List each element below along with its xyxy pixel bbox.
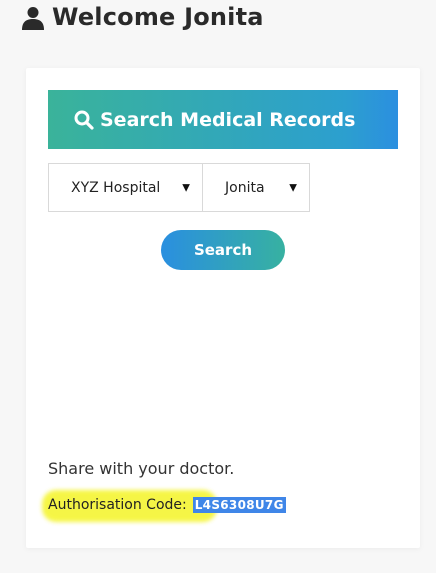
filter-row: XYZ Hospital ▼ Jonita ▼ [48, 163, 310, 212]
share-message: Share with your doctor. [48, 459, 235, 478]
hospital-select[interactable]: XYZ Hospital ▼ [48, 163, 203, 212]
welcome-header: Welcome Jonita [22, 2, 264, 32]
authorisation-code-value[interactable]: L4S6308U7G [192, 497, 286, 513]
chevron-down-icon: ▼ [289, 182, 297, 193]
user-icon [22, 7, 44, 30]
chevron-down-icon: ▼ [182, 182, 190, 193]
hospital-select-value: XYZ Hospital [71, 179, 161, 196]
authorisation-code-line: Authorisation Code: L4S6308U7G [42, 490, 290, 522]
patient-select[interactable]: Jonita ▼ [203, 163, 310, 212]
search-records-banner: Search Medical Records [48, 90, 398, 149]
authorisation-code-label: Authorisation Code: [48, 497, 187, 513]
welcome-text: Welcome Jonita [52, 3, 264, 31]
search-icon [74, 110, 94, 130]
search-button[interactable]: Search [161, 230, 285, 270]
records-card: Search Medical Records XYZ Hospital ▼ Jo… [26, 68, 420, 548]
patient-select-value: Jonita [225, 179, 265, 196]
banner-title: Search Medical Records [100, 108, 356, 131]
